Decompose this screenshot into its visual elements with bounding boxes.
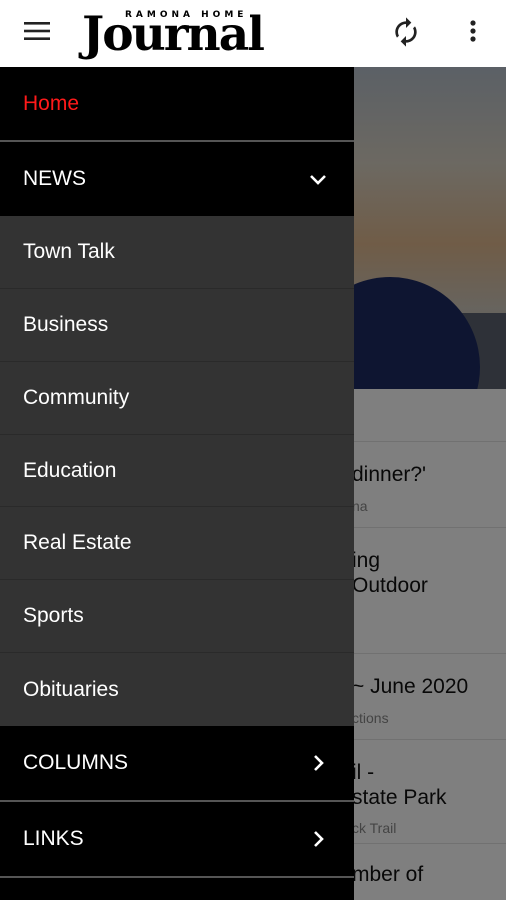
drawer-item-community[interactable]: Community (0, 362, 354, 435)
drawer-section-links[interactable]: LINKS (0, 802, 354, 876)
drawer-item-partial[interactable] (0, 878, 354, 900)
more-vertical-icon[interactable] (462, 16, 484, 48)
logo-tagline: RAMONA HOME (122, 10, 251, 20)
drawer-section-columns[interactable]: COLUMNS (0, 726, 354, 800)
navigation-drawer: Home NEWS Town Talk Business Community E… (0, 67, 354, 900)
drawer-item-label: NEWS (23, 167, 86, 190)
drawer-item-label: Business (23, 313, 109, 336)
chevron-down-icon (308, 169, 328, 189)
drawer-item-home[interactable]: Home (0, 67, 354, 140)
drawer-item-town-talk[interactable]: Town Talk (0, 216, 354, 289)
drawer-item-label: Obituaries (23, 677, 119, 701)
chevron-right-icon (308, 829, 328, 849)
drawer-item-obituaries[interactable]: Obituaries (0, 653, 354, 726)
drawer-item-label: Home (23, 91, 80, 115)
hamburger-menu-icon[interactable] (22, 19, 58, 47)
drawer-item-label: LINKS (23, 827, 84, 850)
refresh-icon[interactable] (390, 16, 422, 48)
drawer-item-education[interactable]: Education (0, 435, 354, 507)
drawer-item-real-estate[interactable]: Real Estate (0, 507, 354, 580)
drawer-item-business[interactable]: Business (0, 289, 354, 362)
chevron-right-icon (308, 753, 328, 773)
app-logo[interactable]: Journal RAMONA HOME (82, 8, 292, 60)
top-app-bar: Journal RAMONA HOME (0, 0, 506, 67)
drawer-item-label: Community (23, 386, 130, 409)
drawer-item-label: Sports (23, 604, 84, 627)
drawer-item-label: Real Estate (23, 531, 132, 554)
drawer-item-sports[interactable]: Sports (0, 580, 354, 653)
drawer-item-label: Town Talk (23, 240, 115, 263)
drawer-section-news[interactable]: NEWS (0, 142, 354, 216)
drawer-item-label: COLUMNS (23, 751, 129, 774)
drawer-item-label: Education (23, 458, 117, 482)
